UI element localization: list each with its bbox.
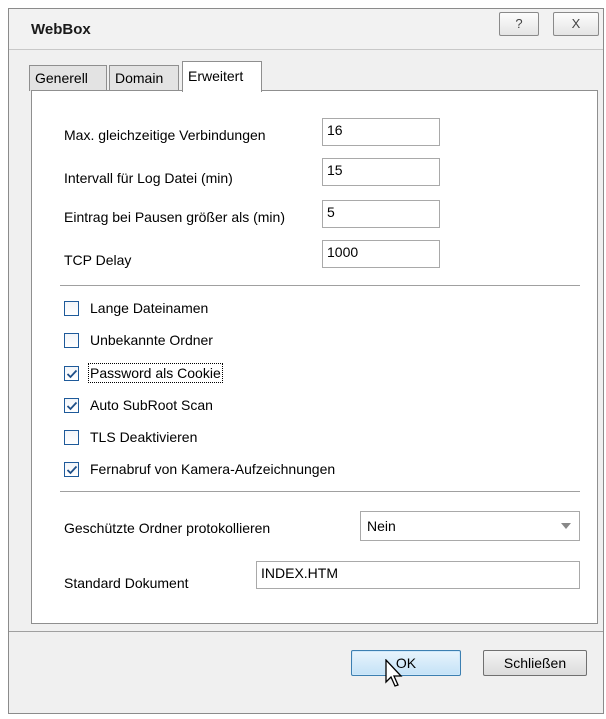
checkmark-icon[interactable]: [64, 398, 79, 413]
tab-generell[interactable]: Generell: [29, 65, 107, 91]
checkbox-unchecked-icon[interactable]: [64, 333, 79, 348]
tcp-delay-input[interactable]: 1000: [322, 240, 440, 268]
separator-1: [60, 285, 580, 287]
help-button[interactable]: ?: [499, 12, 539, 36]
help-icon: ?: [515, 16, 523, 31]
checkbox-unchecked-icon[interactable]: [64, 430, 79, 445]
log-interval-input[interactable]: 15: [322, 158, 440, 186]
separator-2: [60, 491, 580, 493]
checkbox-label: Unbekannte Ordner: [90, 332, 213, 348]
checkbox-label: Lange Dateinamen: [90, 300, 209, 316]
title-bar[interactable]: WebBox ? X: [9, 9, 603, 50]
close-button[interactable]: Schließen: [483, 650, 587, 676]
footer-divider: [9, 631, 603, 632]
checkmark-icon[interactable]: [64, 462, 79, 477]
checkbox-label: Auto SubRoot Scan: [90, 397, 213, 413]
pause-entry-label: Eintrag bei Pausen größer als (min): [64, 209, 285, 225]
standard-document-input[interactable]: INDEX.HTM: [256, 561, 580, 589]
window-title: WebBox: [31, 21, 91, 38]
webbox-dialog: WebBox ? X Generell Domain Erweitert Max…: [8, 8, 604, 714]
pause-entry-input[interactable]: 5: [322, 200, 440, 228]
max-connections-input[interactable]: 16: [322, 118, 440, 146]
checkmark-icon[interactable]: [64, 366, 79, 381]
protected-folders-select[interactable]: Nein: [360, 511, 580, 541]
standard-document-label: Standard Dokument: [64, 575, 189, 591]
tab-domain[interactable]: Domain: [109, 65, 179, 91]
close-icon: X: [571, 16, 581, 31]
checkbox-label: TLS Deaktivieren: [90, 429, 198, 445]
max-connections-label: Max. gleichzeitige Verbindungen: [64, 127, 266, 143]
tab-erweitert[interactable]: Erweitert: [182, 61, 262, 92]
log-interval-label: Intervall für Log Datei (min): [64, 170, 233, 186]
tab-panel-erweitert: Max. gleichzeitige Verbindungen 16 Inter…: [31, 90, 598, 624]
tcp-delay-label: TCP Delay: [64, 252, 132, 268]
checkbox-unchecked-icon[interactable]: [64, 301, 79, 316]
protected-folders-label: Geschützte Ordner protokollieren: [64, 520, 271, 536]
close-window-button[interactable]: X: [553, 12, 599, 36]
chevron-down-icon[interactable]: [561, 523, 571, 529]
mouse-cursor-icon: [385, 659, 403, 687]
protected-folders-value: Nein: [367, 518, 396, 534]
checkbox-label: Fernabruf von Kamera-Aufzeichnungen: [90, 461, 336, 477]
checkbox-label: Password als Cookie: [88, 363, 223, 383]
